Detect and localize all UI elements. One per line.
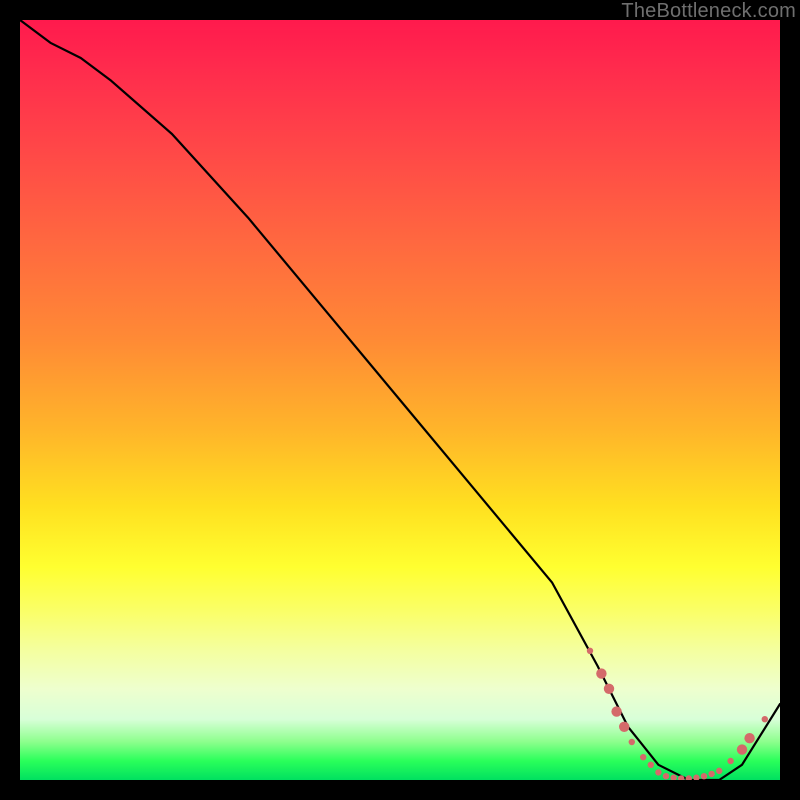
marker-dot bbox=[708, 771, 714, 777]
marker-dot bbox=[611, 706, 621, 716]
chart-curve bbox=[20, 20, 780, 780]
marker-dot bbox=[629, 739, 635, 745]
marker-dot bbox=[737, 744, 747, 754]
marker-dot bbox=[604, 684, 614, 694]
chart-stage: TheBottleneck.com bbox=[0, 0, 800, 800]
marker-dot bbox=[693, 775, 699, 780]
chart-svg bbox=[20, 20, 780, 780]
marker-dot bbox=[648, 762, 654, 768]
marker-dot bbox=[655, 769, 661, 775]
marker-dot bbox=[716, 768, 722, 774]
plot-area bbox=[20, 20, 780, 780]
marker-dot bbox=[686, 775, 692, 780]
marker-dot bbox=[596, 668, 606, 678]
marker-dot bbox=[701, 773, 707, 779]
marker-dot bbox=[640, 754, 646, 760]
marker-dot bbox=[619, 722, 629, 732]
marker-dot bbox=[762, 716, 768, 722]
marker-dot bbox=[744, 733, 754, 743]
marker-dot bbox=[587, 648, 593, 654]
marker-group bbox=[587, 648, 768, 780]
marker-dot bbox=[727, 758, 733, 764]
marker-dot bbox=[670, 775, 676, 780]
marker-dot bbox=[663, 773, 669, 779]
